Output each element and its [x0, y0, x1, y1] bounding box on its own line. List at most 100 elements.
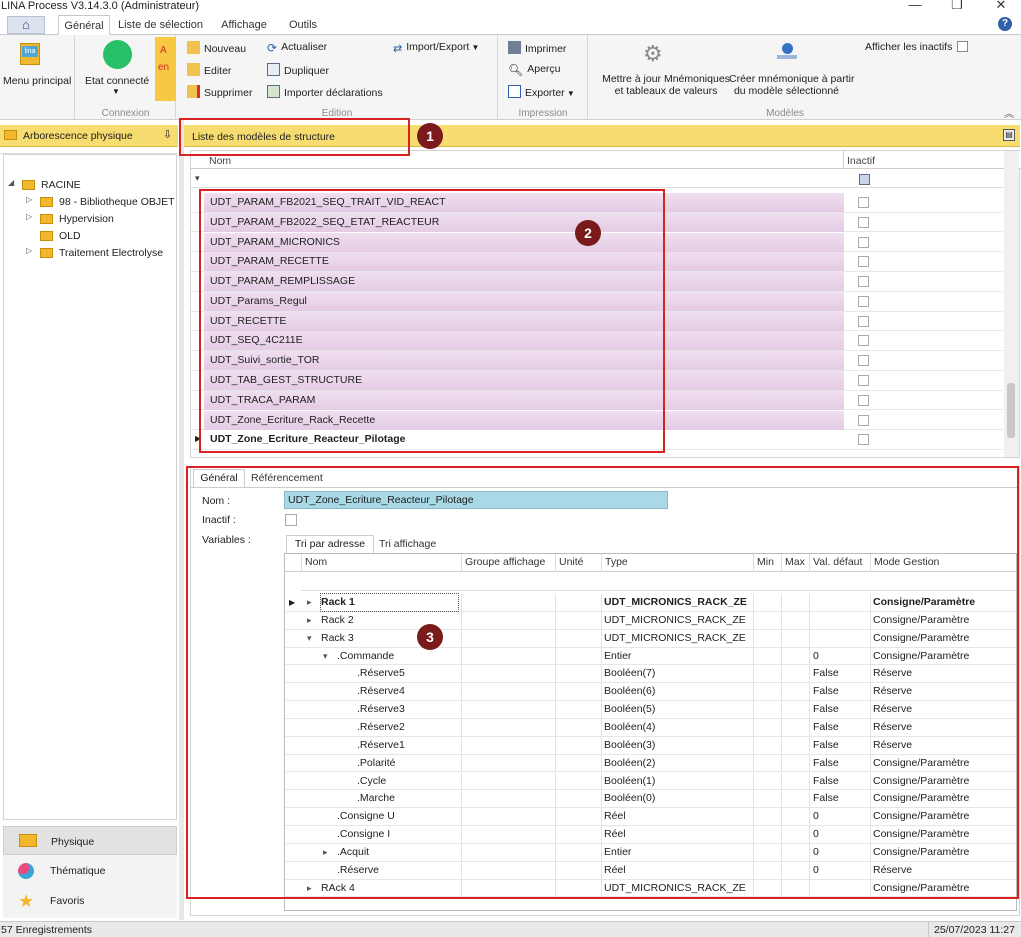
list-row-inactif-checkbox[interactable]	[858, 276, 869, 288]
scroll-thumb[interactable]	[1007, 383, 1015, 438]
apercu-button[interactable]: 🔍︎ Aperçu	[508, 63, 561, 77]
variable-row[interactable]: ▸ .Acquit Entier 0 Consigne/Paramètre	[285, 843, 1016, 862]
variable-row[interactable]: .Consigne U Réel 0 Consigne/Paramètre	[285, 808, 1016, 827]
maj-mnemoniques-button[interactable]: Mettre à jour Mnémoniques et tableaux de …	[596, 73, 736, 97]
var-col-header[interactable]: Unité	[555, 554, 601, 572]
splitter[interactable]	[179, 120, 184, 920]
variable-row[interactable]: .Réserve1 Booléen(3) False Réserve	[285, 736, 1016, 755]
list-row[interactable]: UDT_PARAM_FB2021_SEQ_TRAIT_VID_REACT	[191, 193, 1003, 213]
tree-node[interactable]: ▷ Traitement Electrolyse	[4, 245, 176, 262]
list-row[interactable]: UDT_Suivi_sortie_TOR	[191, 351, 1003, 371]
subtab-tri-adresse[interactable]: Tri par adresse	[286, 535, 374, 553]
panel-options-icon[interactable]: ▤	[1003, 129, 1015, 141]
list-row[interactable]: UDT_PARAM_REMPLISSAGE	[191, 272, 1003, 292]
tree-node[interactable]: ◢ RACINE	[4, 177, 176, 194]
tree-node[interactable]: ▷ 98 - Bibliotheque OBJET	[4, 194, 176, 211]
tree-expander-icon[interactable]: ▸	[323, 847, 328, 858]
tree-expander-icon[interactable]: ▾	[323, 651, 328, 662]
list-row-inactif-checkbox[interactable]	[858, 256, 869, 268]
filter-row[interactable]: ▾	[191, 170, 1003, 188]
subtab-tri-affichage[interactable]: Tri affichage	[379, 536, 436, 554]
list-row-inactif-checkbox[interactable]	[858, 216, 869, 228]
help-icon[interactable]: ?	[998, 17, 1012, 31]
minimize-icon[interactable]: —	[900, 0, 930, 12]
tree-expander-icon[interactable]: ◢	[8, 178, 14, 187]
tab-referencement[interactable]: Référencement	[251, 470, 323, 488]
var-col-header[interactable]: Mode Gestion	[870, 554, 1016, 572]
menu-principal-button[interactable]: Menu principal	[3, 75, 71, 87]
tree-expander-icon[interactable]: ▸	[307, 597, 312, 608]
supprimer-button[interactable]: Supprimer	[187, 85, 252, 99]
tree-expander-icon[interactable]: ▷	[26, 212, 32, 221]
variable-row[interactable]: .Réserve2 Booléen(4) False Réserve	[285, 718, 1016, 737]
variable-row[interactable]: ▸ Rack 2 UDT_MICRONICS_RACK_ZE Consigne/Par…	[285, 611, 1016, 630]
etat-connecte-button[interactable]: Etat connecté	[85, 75, 149, 87]
list-row-inactif-checkbox[interactable]	[858, 335, 869, 347]
tab-liste-selection[interactable]: Liste de sélection	[113, 15, 208, 35]
variable-row[interactable]: .Polarité Booléen(2) False Consigne/Paramèt…	[285, 754, 1016, 773]
list-scrollbar[interactable]	[1004, 151, 1019, 457]
var-col-header[interactable]: Nom	[301, 554, 461, 572]
var-col-header[interactable]: Type	[601, 554, 753, 572]
tree-expander-icon[interactable]: ▾	[307, 633, 312, 644]
tree-expander-icon[interactable]: ▸	[307, 883, 312, 894]
pin-icon[interactable]: ⇩	[163, 128, 172, 141]
list-row[interactable]: UDT_Params_Regul	[191, 291, 1003, 312]
list-row[interactable]: UDT_TRACA_PARAM	[191, 390, 1003, 411]
afficher-inactifs-checkbox[interactable]	[957, 41, 968, 52]
variable-row[interactable]: .Cycle Booléen(1) False Consigne/Paramètre	[285, 772, 1016, 791]
importer-button[interactable]: Importer déclarations	[267, 85, 383, 99]
active-button-fragment[interactable]: A en	[155, 37, 176, 101]
variable-row[interactable]: ▾ .Commande Entier 0 Consigne/Paramètre	[285, 647, 1016, 666]
nav-item-favoris[interactable]: ★ Favoris	[3, 886, 177, 915]
tree-node[interactable]: ▷ Hypervision	[4, 211, 176, 228]
tree-node[interactable]: OLD	[4, 228, 176, 245]
variable-row[interactable]: ▶ ▸ Rack 1 UDT_MICRONICS_RACK_ZE Consigne/Pa…	[285, 593, 1016, 612]
filter-inactif-checkbox[interactable]	[859, 174, 870, 185]
home-icon[interactable]: ⌂	[7, 16, 45, 34]
col-inactif-header[interactable]: Inactif	[847, 155, 875, 167]
editer-button[interactable]: Editer	[187, 63, 231, 77]
list-row-inactif-checkbox[interactable]	[858, 197, 869, 208]
chevron-down-icon[interactable]: ▼	[112, 87, 120, 96]
restore-icon[interactable]: ❐	[942, 0, 972, 13]
creer-mnemonique-button[interactable]: Créer mnémonique à partir du modèle sélec…	[729, 73, 854, 97]
variable-row[interactable]: ▸ RAck 4 UDT_MICRONICS_RACK_ZE Consigne/Par…	[285, 879, 1016, 898]
variable-row[interactable]: .Marche Booléen(0) False Consigne/Paramètre	[285, 790, 1016, 809]
inactif-checkbox[interactable]	[285, 514, 297, 526]
var-col-header[interactable]: Max	[781, 554, 809, 572]
tree-expander-icon[interactable]: ▸	[307, 615, 312, 626]
list-row-inactif-checkbox[interactable]	[858, 295, 869, 307]
list-row-inactif-checkbox[interactable]	[858, 236, 869, 248]
nom-field[interactable]: UDT_Zone_Ecriture_Reacteur_Pilotage	[284, 491, 668, 509]
tree-expander-icon[interactable]: ▷	[26, 195, 32, 204]
list-row[interactable]: UDT_PARAM_RECETTE	[191, 252, 1003, 273]
variable-row[interactable]: .Consigne I Réel 0 Consigne/Paramètre	[285, 826, 1016, 844]
tree-expander-icon[interactable]: ▷	[26, 246, 32, 255]
list-row-inactif-checkbox[interactable]	[858, 355, 869, 367]
variable-row[interactable]: .Réserve Réel 0 Réserve	[285, 861, 1016, 880]
var-filter-row[interactable]	[301, 573, 1016, 591]
var-col-header[interactable]: Min	[753, 554, 781, 572]
variable-row[interactable]: .Réserve5 Booléen(7) False Réserve	[285, 665, 1016, 684]
nouveau-button[interactable]: Nouveau	[187, 41, 246, 55]
variable-row[interactable]: ▾ Rack 3 UDT_MICRONICS_RACK_ZE Consigne/Par…	[285, 629, 1016, 648]
collapse-ribbon-icon[interactable]: ︽	[1004, 105, 1014, 120]
list-row[interactable]: UDT_TAB_GEST_STRUCTURE	[191, 371, 1003, 391]
close-icon[interactable]: ✕	[986, 0, 1016, 13]
exporter-button[interactable]: Exporter ▼	[508, 85, 575, 99]
col-nom-header[interactable]: Nom	[209, 155, 231, 167]
list-row[interactable]: UDT_Zone_Ecriture_Rack_Recette	[191, 410, 1003, 431]
import-export-button[interactable]: ⇄ Import/Export ▼	[393, 41, 479, 55]
list-row[interactable]: UDT_RECETTE	[191, 311, 1003, 332]
list-row-inactif-checkbox[interactable]	[858, 414, 869, 426]
tab-affichage[interactable]: Affichage	[213, 15, 275, 35]
var-col-header[interactable]: Groupe affichage	[461, 554, 555, 572]
var-col-header[interactable]: Val. défaut	[809, 554, 870, 572]
list-row-inactif-checkbox[interactable]	[858, 315, 869, 327]
variable-row[interactable]: .Réserve4 Booléen(6) False Réserve	[285, 683, 1016, 702]
list-row[interactable]: ▶ UDT_Zone_Ecriture_Reacteur_Pilotage	[191, 430, 1003, 451]
variable-row[interactable]: .Réserve3 Booléen(5) False Réserve	[285, 701, 1016, 719]
nav-item-thématique[interactable]: Thématique	[3, 856, 177, 885]
list-row-inactif-checkbox[interactable]	[858, 434, 869, 446]
